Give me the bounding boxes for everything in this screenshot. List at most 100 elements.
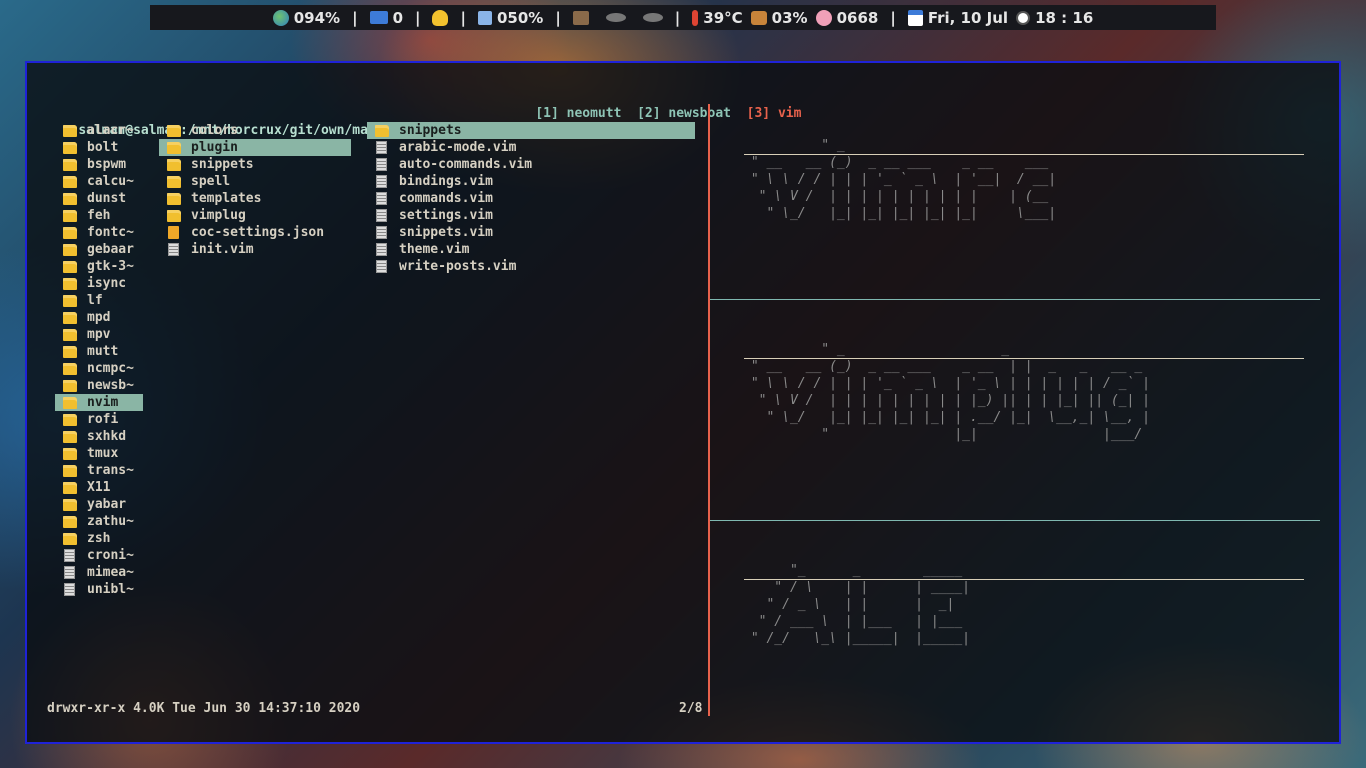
file-icon xyxy=(64,549,75,562)
status-separator: | xyxy=(352,8,358,27)
directory-entry[interactable]: templates xyxy=(159,190,351,207)
entry-name: tmux xyxy=(87,446,119,461)
directory-entry[interactable]: plugin xyxy=(159,139,351,156)
directory-entry[interactable]: mutt xyxy=(55,343,143,360)
status-item: 0668 xyxy=(815,9,878,27)
directory-entry[interactable]: nvim xyxy=(55,394,143,411)
folder-icon xyxy=(63,294,77,307)
entry-name: sxhkd xyxy=(87,429,127,444)
file-entry[interactable]: unibl~ xyxy=(55,581,143,598)
entry-name: auto-commands.vim xyxy=(399,157,533,172)
file-entry[interactable]: croni~ xyxy=(55,547,143,564)
directory-entry[interactable]: bolt xyxy=(55,139,143,156)
folder-icon xyxy=(63,260,77,273)
file-icon xyxy=(376,226,387,239)
status-bar: 094% | 0 | | 050% | | 39°C 03% 0668 | Fri, 10 Jul 18 … xyxy=(150,5,1216,30)
folder-icon xyxy=(63,192,77,205)
file-entry[interactable]: mimea~ xyxy=(55,564,143,581)
entry-name: X11 xyxy=(87,480,111,495)
file-icon xyxy=(376,243,387,256)
directory-entry[interactable]: spell xyxy=(159,173,351,190)
file-entry[interactable]: write-posts.vim xyxy=(367,258,695,275)
file-entry[interactable]: snippets.vim xyxy=(367,224,695,241)
terminal-window[interactable]: [1] neomutt [2] newsboat [3] vim salman@… xyxy=(25,61,1341,744)
entry-name: mimea~ xyxy=(87,565,134,580)
status-item-text: 0 xyxy=(392,8,403,27)
directory-entry[interactable]: newsb~ xyxy=(55,377,143,394)
status-separator: | xyxy=(460,8,466,27)
directory-entry[interactable]: sxhkd xyxy=(55,428,143,445)
file-entry[interactable]: settings.vim xyxy=(367,207,695,224)
directory-entry[interactable]: fontc~ xyxy=(55,224,143,241)
directory-entry[interactable]: trans~ xyxy=(55,462,143,479)
entry-name: dunst xyxy=(87,191,127,206)
entry-name: settings.vim xyxy=(399,208,493,223)
directory-entry[interactable]: ncmpc~ xyxy=(55,360,143,377)
temperature-icon xyxy=(692,9,699,26)
entry-name: bindings.vim xyxy=(399,174,493,189)
entry-name: zathu~ xyxy=(87,514,134,529)
directory-entry[interactable]: vimplug xyxy=(159,207,351,224)
file-entry[interactable]: coc-settings.json xyxy=(159,224,351,241)
volume-icon xyxy=(477,10,492,25)
directory-entry[interactable]: dunst xyxy=(55,190,143,207)
folder-icon xyxy=(63,209,77,222)
directory-entry[interactable]: snippets xyxy=(159,156,351,173)
file-entry[interactable]: arabic-mode.vim xyxy=(367,139,695,156)
folder-icon xyxy=(63,498,77,511)
folder-icon xyxy=(167,209,181,222)
file-position-indicator: 2/8 xyxy=(679,701,703,716)
folder-icon xyxy=(375,124,389,137)
status-item-text: 094% xyxy=(293,8,341,27)
directory-entry[interactable]: zsh xyxy=(55,530,143,547)
file-entry[interactable]: init.vim xyxy=(159,241,351,258)
directory-entry[interactable]: mpd xyxy=(55,309,143,326)
file-icon xyxy=(376,209,387,222)
file-icon xyxy=(376,260,387,273)
directory-entry[interactable]: zathu~ xyxy=(55,513,143,530)
bell-icon xyxy=(432,9,449,26)
entry-name: croni~ xyxy=(87,548,134,563)
ascii-art-vimplug: " _ _ " __ __ (_) _ __ ___ _ __ | | _ _ … xyxy=(750,342,1150,442)
file-entry[interactable]: auto-commands.vim xyxy=(367,156,695,173)
entry-name: feh xyxy=(87,208,111,223)
directory-entry[interactable]: lf xyxy=(55,292,143,309)
directory-entry[interactable]: alacr~ xyxy=(55,122,143,139)
directory-entry[interactable]: snippets xyxy=(367,122,695,139)
status-item-text: 18 : 16 xyxy=(1035,8,1094,27)
file-entry[interactable]: bindings.vim xyxy=(367,173,695,190)
directory-entry[interactable]: colors xyxy=(159,122,351,139)
file-entry[interactable]: theme.vim xyxy=(367,241,695,258)
directory-entry[interactable]: mpv xyxy=(55,326,143,343)
entry-name: spell xyxy=(191,174,231,189)
directory-entry[interactable]: tmux xyxy=(55,445,143,462)
disk-icon xyxy=(605,13,626,22)
file-icon xyxy=(376,192,387,205)
directory-entry[interactable]: yabar xyxy=(55,496,143,513)
entry-name: mpv xyxy=(87,327,111,342)
directory-entry[interactable]: bspwm xyxy=(55,156,143,173)
entry-name: gebaar xyxy=(87,242,134,257)
file-entry[interactable]: commands.vim xyxy=(367,190,695,207)
horse-icon xyxy=(750,10,767,25)
entry-name: unibl~ xyxy=(87,582,134,597)
parent-directory-column: alacr~ bolt bspwm calcu~ dunst feh fontc~ gebaa… xyxy=(55,122,143,598)
child-directory-column: snippets arabic-mode.vim auto-commands.vim… xyxy=(367,122,695,275)
current-directory-column: colors plugin snippets spell templates vimplu… xyxy=(159,122,351,258)
directory-entry[interactable]: rofi xyxy=(55,411,143,428)
directory-entry[interactable]: calcu~ xyxy=(55,173,143,190)
folder-icon xyxy=(63,226,77,239)
directory-entry[interactable]: isync xyxy=(55,275,143,292)
folder-icon xyxy=(167,175,181,188)
current-path: salman@salman:/mnt/horcrux/git/own/magpi… xyxy=(47,105,555,138)
entry-name: isync xyxy=(87,276,127,291)
entry-name: arabic-mode.vim xyxy=(399,140,517,155)
ascii-art-vimrc: " _ " __ __ (_) _ __ ___ _ __ ___ " \ \ … xyxy=(750,138,1057,221)
status-item: 18 : 16 xyxy=(1016,9,1093,27)
file-icon xyxy=(64,566,75,579)
directory-entry[interactable]: feh xyxy=(55,207,143,224)
entry-name: init.vim xyxy=(191,242,254,257)
directory-entry[interactable]: gtk-3~ xyxy=(55,258,143,275)
directory-entry[interactable]: X11 xyxy=(55,479,143,496)
directory-entry[interactable]: gebaar xyxy=(55,241,143,258)
